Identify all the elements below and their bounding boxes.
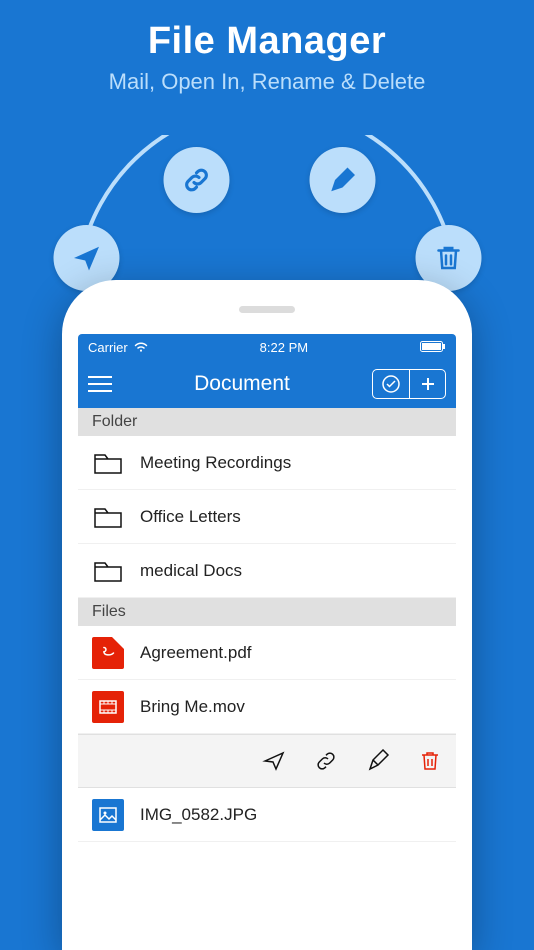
video-icon <box>92 691 124 723</box>
image-icon <box>92 799 124 831</box>
carrier-label: Carrier <box>88 340 128 355</box>
folder-section-header: Folder <box>78 408 456 436</box>
promo-title: File Manager <box>0 0 534 63</box>
nav-bar: Document <box>78 360 456 408</box>
list-item[interactable]: Agreement.pdf <box>78 626 456 680</box>
promo-subtitle: Mail, Open In, Rename & Delete <box>0 69 534 95</box>
swipe-actions <box>78 734 456 788</box>
folder-name: medical Docs <box>140 561 242 581</box>
pen-icon <box>310 147 376 213</box>
pdf-icon <box>92 637 124 669</box>
phone-mockup: Carrier 8:22 PM Document <box>62 280 472 950</box>
delete-action[interactable] <box>404 735 456 787</box>
battery-icon <box>420 340 446 355</box>
file-name: Bring Me.mov <box>140 697 245 717</box>
list-item[interactable]: Bring Me.mov <box>78 680 456 734</box>
nav-title: Document <box>112 372 372 396</box>
file-name: IMG_0582.JPG <box>140 805 257 825</box>
folder-icon <box>92 501 124 533</box>
nav-actions <box>372 369 446 399</box>
list-item[interactable]: Meeting Recordings <box>78 436 456 490</box>
link-action[interactable] <box>300 735 352 787</box>
rename-action[interactable] <box>352 735 404 787</box>
folder-icon <box>92 555 124 587</box>
add-button[interactable] <box>409 370 445 398</box>
folder-name: Meeting Recordings <box>140 453 291 473</box>
status-time: 8:22 PM <box>148 340 420 355</box>
select-button[interactable] <box>373 370 409 398</box>
list-item[interactable]: IMG_0582.JPG <box>78 788 456 842</box>
files-section-header: Files <box>78 598 456 626</box>
wifi-icon <box>134 340 148 355</box>
file-name: Agreement.pdf <box>140 643 252 663</box>
folder-name: Office Letters <box>140 507 241 527</box>
list-item[interactable]: Office Letters <box>78 490 456 544</box>
folder-icon <box>92 447 124 479</box>
send-action[interactable] <box>248 735 300 787</box>
list-item[interactable]: medical Docs <box>78 544 456 598</box>
menu-button[interactable] <box>88 376 112 392</box>
status-bar: Carrier 8:22 PM <box>78 334 456 360</box>
link-icon <box>164 147 230 213</box>
